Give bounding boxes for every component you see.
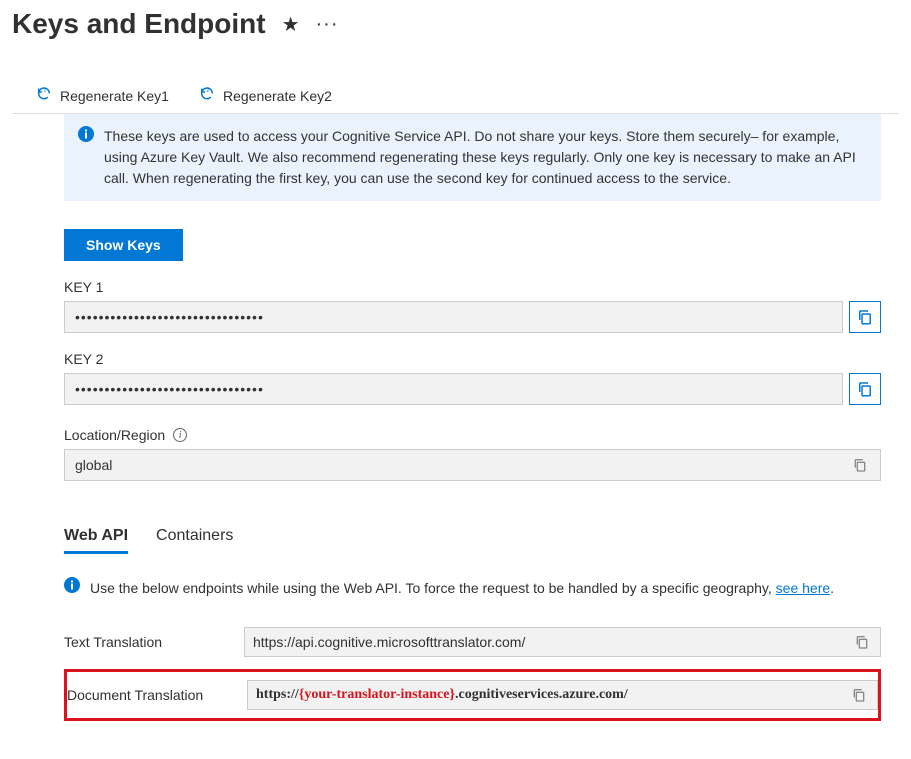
svg-text:1: 1 (43, 88, 46, 94)
key2-label: KEY 2 (64, 351, 881, 367)
refresh-icon: 1 (36, 86, 52, 105)
see-here-link[interactable]: see here (776, 580, 830, 596)
tab-containers[interactable]: Containers (156, 521, 233, 554)
document-translation-row: Document Translation https://{your-trans… (64, 669, 881, 721)
key1-label: KEY 1 (64, 279, 881, 295)
more-menu-icon[interactable]: ··· (316, 13, 339, 36)
info-text: These keys are used to access your Cogni… (104, 126, 867, 189)
key1-value[interactable] (64, 301, 843, 333)
tab-web-api[interactable]: Web API (64, 521, 128, 554)
copy-doc-endpoint-button[interactable] (849, 685, 869, 705)
regenerate-key2-button[interactable]: 2 Regenerate Key2 (199, 86, 332, 105)
document-translation-label: Document Translation (67, 687, 247, 703)
refresh-icon: 2 (199, 86, 215, 105)
location-label: Location/Region (64, 427, 165, 443)
info-icon[interactable]: i (173, 428, 187, 442)
web-api-info-text: Use the below endpoints while using the … (90, 577, 834, 599)
key2-value[interactable] (64, 373, 843, 405)
document-translation-endpoint: https://{your-translator-instance}.cogni… (247, 680, 878, 710)
text-translation-label: Text Translation (64, 634, 244, 650)
copy-text-endpoint-button[interactable] (852, 632, 872, 652)
favorite-star-icon[interactable]: ★ (282, 12, 300, 37)
text-translation-endpoint: https://api.cognitive.microsofttranslato… (244, 627, 881, 657)
info-banner: These keys are used to access your Cogni… (64, 114, 881, 201)
svg-text:2: 2 (206, 88, 209, 94)
show-keys-button[interactable]: Show Keys (64, 229, 183, 261)
location-value: global (75, 457, 112, 473)
location-value-box: global (64, 449, 881, 481)
info-icon (78, 126, 94, 189)
copy-key1-button[interactable] (849, 301, 881, 333)
text-translation-row: Text Translation https://api.cognitive.m… (64, 621, 881, 663)
page-title: Keys and Endpoint (12, 8, 266, 40)
copy-location-button[interactable] (850, 455, 870, 475)
regenerate-key1-button[interactable]: 1 Regenerate Key1 (36, 86, 169, 105)
copy-key2-button[interactable] (849, 373, 881, 405)
info-icon (64, 577, 80, 599)
endpoint-tabs: Web API Containers (64, 521, 881, 555)
